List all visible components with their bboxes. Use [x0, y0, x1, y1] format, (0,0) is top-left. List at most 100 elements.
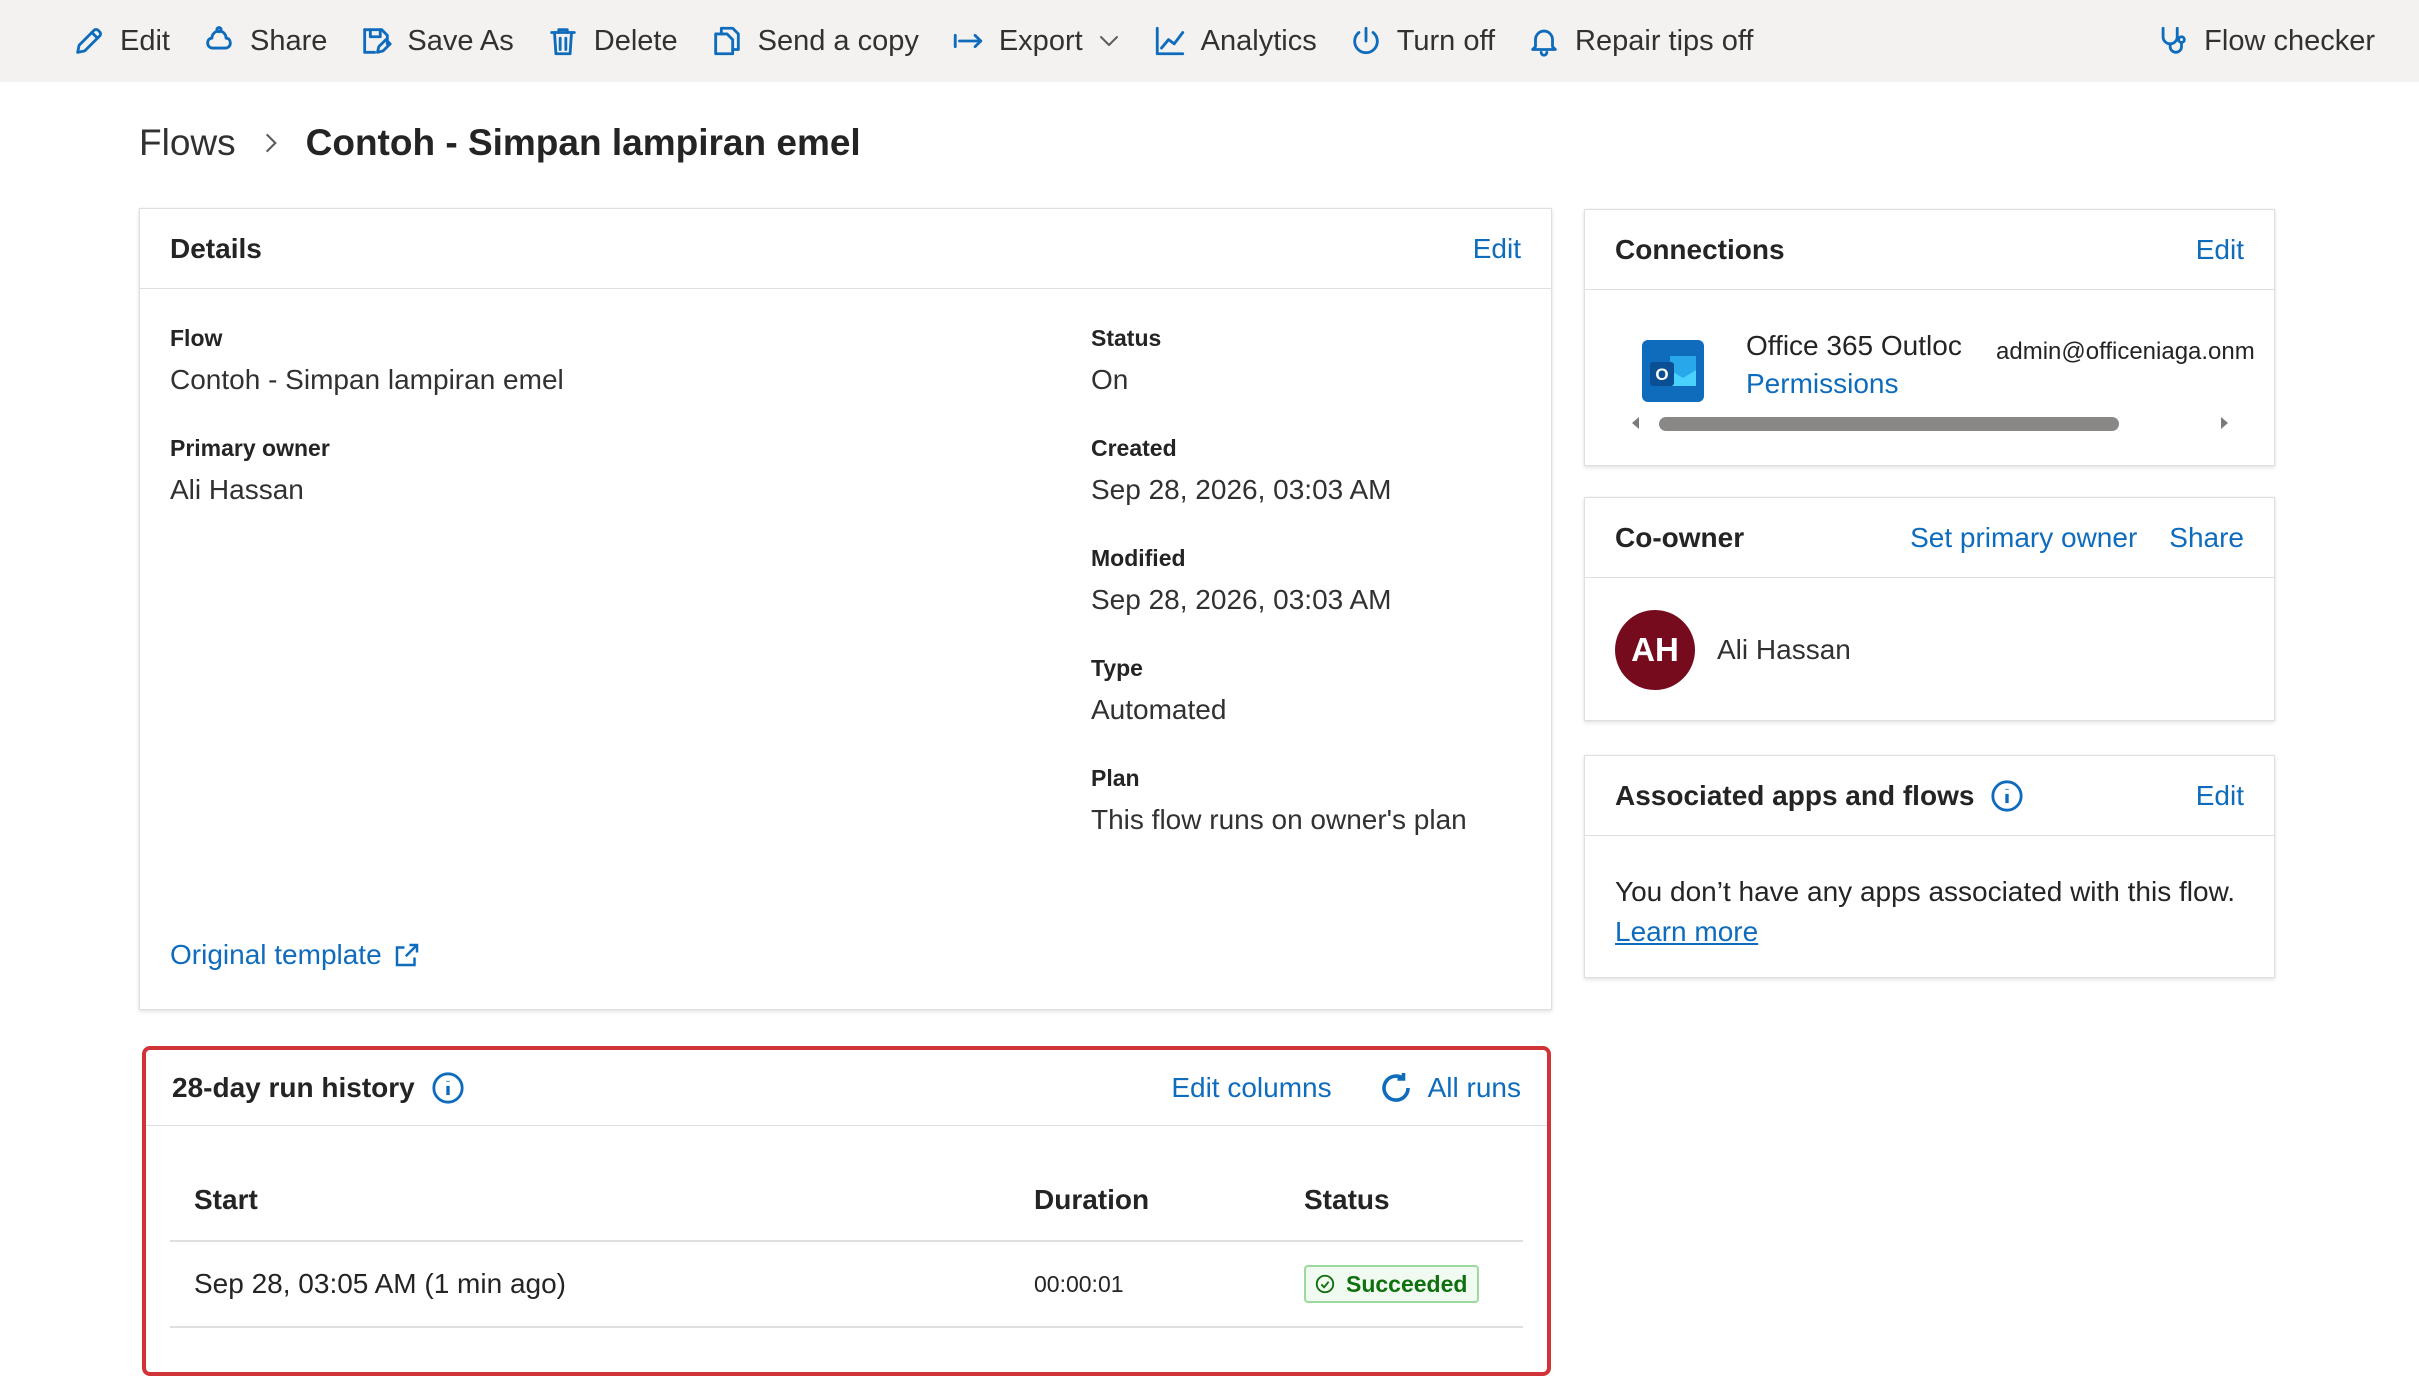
- modified-value: Sep 28, 2026, 03:03 AM: [1091, 584, 1392, 615]
- avatar: AH: [1615, 610, 1695, 690]
- send-copy-label: Send a copy: [757, 24, 919, 57]
- column-header-status[interactable]: Status: [1304, 1184, 1523, 1216]
- turn-off-button[interactable]: Turn off: [1349, 0, 1495, 82]
- original-template-link[interactable]: Original template: [170, 939, 422, 971]
- copy-icon: [713, 26, 740, 56]
- run-history-title-wrap: 28-day run history: [172, 1071, 465, 1105]
- pencil-icon: [76, 28, 102, 54]
- refresh-icon: [1381, 1072, 1410, 1102]
- column-header-start[interactable]: Start: [170, 1184, 1034, 1216]
- breadcrumb-flows-link[interactable]: Flows: [139, 122, 236, 164]
- edit-button[interactable]: Edit: [72, 0, 170, 82]
- chevron-down-icon: [1099, 36, 1118, 46]
- share-icon: [206, 26, 232, 50]
- coowner-header: Co-owner Set primary owner Share: [1585, 498, 2274, 578]
- connections-header: Connections Edit: [1585, 210, 2274, 290]
- associated-apps-card: Associated apps and flows Edit You don’t…: [1584, 755, 2275, 978]
- type-field: Type Automated: [1091, 655, 1226, 726]
- associated-apps-title: Associated apps and flows: [1615, 779, 1975, 811]
- delete-label: Delete: [593, 24, 678, 57]
- scroll-left-arrow[interactable]: [1625, 410, 1647, 436]
- edit-columns-link[interactable]: Edit columns: [1171, 1072, 1331, 1104]
- repair-tips-label: Repair tips off: [1575, 24, 1754, 57]
- connection-item: O Office 365 Outloc Permissions admin@of…: [1640, 330, 2260, 404]
- status-value: On: [1091, 364, 1129, 395]
- connections-edit-link[interactable]: Edit: [2196, 234, 2244, 266]
- primary-owner-field: Primary owner Ali Hassan: [170, 435, 330, 506]
- primary-owner-value: Ali Hassan: [170, 474, 304, 505]
- associated-apps-edit-link[interactable]: Edit: [2196, 780, 2244, 812]
- created-field: Created Sep 28, 2026, 03:03 AM: [1091, 435, 1391, 506]
- coowner-card: Co-owner Set primary owner Share AH Ali …: [1584, 497, 2275, 721]
- scroll-thumb[interactable]: [1659, 417, 2119, 431]
- learn-more-link[interactable]: Learn more: [1615, 916, 1758, 947]
- table-header-row: Start Duration Status: [170, 1160, 1523, 1242]
- run-history-actions: Edit columns All runs: [1171, 1070, 1521, 1106]
- delete-button[interactable]: Delete: [546, 0, 678, 82]
- owner-row: AH Ali Hassan: [1615, 610, 1851, 690]
- flow-value: Contoh - Simpan lampiran emel: [170, 364, 564, 395]
- connection-name: Office 365 Outloc: [1746, 330, 1962, 361]
- connections-card: Connections Edit O Office 365 Outloc Per…: [1584, 209, 2275, 466]
- share-button[interactable]: Share: [202, 0, 327, 82]
- info-icon[interactable]: [1990, 779, 2024, 813]
- run-history-table: Start Duration Status Sep 28, 03:05 AM (…: [170, 1160, 1523, 1328]
- created-label: Created: [1091, 435, 1177, 461]
- modified-field: Modified Sep 28, 2026, 03:03 AM: [1091, 545, 1391, 616]
- associated-apps-message: You don’t have any apps associated with …: [1615, 876, 2236, 907]
- info-icon[interactable]: [431, 1071, 465, 1105]
- details-title: Details: [170, 232, 262, 264]
- scroll-right-arrow[interactable]: [2213, 410, 2235, 436]
- type-value: Automated: [1091, 694, 1227, 725]
- flow-checker-button[interactable]: Flow checker: [2156, 0, 2375, 82]
- page-title: Contoh - Simpan lampiran emel: [305, 122, 861, 163]
- run-duration-cell: 00:00:01: [1034, 1270, 1124, 1297]
- primary-owner-label: Primary owner: [170, 435, 330, 461]
- connection-text: Office 365 Outloc Permissions: [1746, 330, 1972, 400]
- associated-apps-header: Associated apps and flows Edit: [1585, 756, 2274, 836]
- all-runs-link[interactable]: All runs: [1378, 1070, 1521, 1106]
- command-bar-right: Flow checker: [2156, 0, 2375, 82]
- connection-permissions-link[interactable]: Permissions: [1746, 368, 1972, 400]
- run-history-card: 28-day run history Edit columns All runs…: [142, 1046, 1551, 1376]
- status-label: Status: [1091, 325, 1162, 351]
- analytics-icon: [1155, 26, 1184, 56]
- save-as-icon: [363, 28, 392, 54]
- triangle-right-icon: [2221, 417, 2228, 429]
- flow-checker-label: Flow checker: [2204, 24, 2375, 57]
- all-runs-label: All runs: [1427, 1071, 1521, 1103]
- bell-icon: [1531, 29, 1557, 57]
- set-primary-owner-link[interactable]: Set primary owner: [1910, 522, 2137, 554]
- command-bar-left: Edit Share Save As Delete Send a copy Ex…: [72, 0, 1753, 82]
- run-start-cell[interactable]: Sep 28, 03:05 AM (1 min ago): [170, 1268, 1034, 1300]
- details-header: Details Edit: [140, 209, 1551, 289]
- status-badge: Succeeded: [1304, 1265, 1480, 1303]
- modified-label: Modified: [1091, 545, 1186, 571]
- associated-apps-message-block: You don’t have any apps associated with …: [1615, 872, 2235, 952]
- share-label: Share: [249, 24, 328, 57]
- run-status-cell: Succeeded: [1304, 1265, 1523, 1303]
- coowner-actions: Set primary owner Share: [1910, 522, 2244, 554]
- analytics-button[interactable]: Analytics: [1153, 0, 1317, 82]
- breadcrumb: Flows Contoh - Simpan lampiran emel: [139, 118, 861, 168]
- flow-label: Flow: [170, 325, 223, 351]
- table-row[interactable]: Sep 28, 03:05 AM (1 min ago) 00:00:01 Su…: [170, 1242, 1523, 1328]
- scroll-track[interactable]: [1647, 410, 2213, 436]
- connections-horizontal-scrollbar[interactable]: [1625, 410, 2235, 436]
- send-copy-button[interactable]: Send a copy: [710, 0, 919, 82]
- save-as-button[interactable]: Save As: [359, 0, 514, 82]
- analytics-label: Analytics: [1200, 24, 1317, 57]
- status-field: Status On: [1091, 325, 1161, 396]
- coowner-share-link[interactable]: Share: [2169, 522, 2244, 554]
- created-value: Sep 28, 2026, 03:03 AM: [1091, 474, 1392, 505]
- export-button[interactable]: Export: [951, 0, 1121, 82]
- status-badge-label: Succeeded: [1346, 1270, 1468, 1297]
- details-edit-link[interactable]: Edit: [1473, 233, 1521, 265]
- chevron-right-icon: [265, 133, 277, 153]
- column-header-duration[interactable]: Duration: [1034, 1184, 1304, 1216]
- plan-field: Plan This flow runs on owner's plan: [1091, 765, 1467, 836]
- save-as-label: Save As: [407, 24, 514, 57]
- repair-tips-button[interactable]: Repair tips off: [1527, 0, 1753, 82]
- export-label: Export: [998, 24, 1083, 57]
- turn-off-label: Turn off: [1396, 24, 1496, 57]
